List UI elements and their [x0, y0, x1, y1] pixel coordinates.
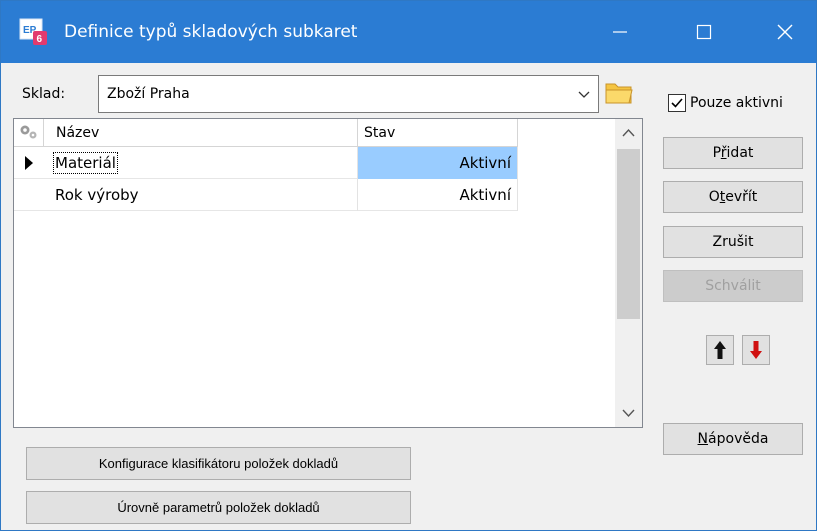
sklad-label: Sklad: [22, 86, 66, 102]
minimize-button[interactable] [589, 1, 651, 63]
classifier-config-button[interactable]: Konfigurace klasifikátoru položek doklad… [26, 447, 411, 480]
close-icon [777, 24, 793, 40]
cell-nazev[interactable]: Rok výroby [43, 179, 358, 211]
chevron-down-icon[interactable] [576, 86, 592, 102]
parameter-levels-button[interactable]: Úrovně parametrů položek dokladů [26, 491, 411, 524]
cell-stav[interactable]: Aktivní [358, 179, 518, 211]
chevron-down-icon [622, 409, 635, 418]
vertical-scrollbar[interactable] [615, 119, 642, 427]
folder-open-icon[interactable] [603, 78, 635, 108]
column-header-stav[interactable]: Stav [358, 119, 518, 147]
scroll-down-button[interactable] [615, 399, 642, 427]
help-button-mnemonic: N [697, 431, 709, 447]
sklad-value: Zboží Praha [107, 86, 190, 102]
filter-active-only[interactable]: Pouze aktivni [668, 93, 783, 113]
sklad-combobox[interactable]: Zboží Praha [98, 75, 599, 113]
delete-button[interactable]: Zrušit [663, 226, 803, 258]
row-indicator-cell [14, 179, 43, 211]
open-button-label-a: O [708, 189, 720, 205]
app-icon: EP 6 [19, 18, 47, 45]
add-button-label-a: P [712, 145, 721, 161]
checkmark-icon [671, 98, 683, 108]
close-button[interactable] [754, 1, 816, 63]
arrow-up-icon [714, 341, 726, 359]
add-button-label-b: idat [726, 145, 754, 161]
row-indicator-cell [14, 147, 43, 179]
move-down-button[interactable] [742, 335, 770, 365]
gears-icon[interactable] [18, 123, 40, 141]
cell-nazev-text: Materiál [53, 152, 118, 174]
current-row-arrow-icon [25, 156, 33, 170]
cell-nazev[interactable]: Materiál [43, 147, 358, 179]
table-row[interactable]: Rok výroby Aktivní [14, 179, 518, 211]
arrow-down-icon [750, 341, 762, 359]
active-only-checkbox[interactable] [668, 94, 686, 112]
open-button-label-b: evřít [725, 189, 758, 205]
column-header-nazev[interactable]: Název [43, 119, 358, 147]
svg-text:6: 6 [37, 34, 43, 45]
approve-button[interactable]: Schválit [663, 270, 803, 302]
window-title: Definice typů skladových subkaret [64, 22, 358, 42]
cell-stav[interactable]: Aktivní [358, 147, 518, 179]
grid-header: Název Stav [14, 119, 518, 147]
maximize-icon [696, 24, 712, 40]
table-row[interactable]: Materiál Aktivní [14, 147, 518, 179]
cell-nazev-text: Rok výroby [55, 186, 139, 204]
maximize-button[interactable] [673, 1, 735, 63]
add-button[interactable]: Přidat [663, 137, 803, 169]
help-button[interactable]: Nápověda [663, 423, 803, 455]
help-button-label-b: ápověda [708, 431, 769, 447]
title-bar: EP 6 Definice typů skladových subkaret [1, 1, 816, 63]
main-window: EP 6 Definice typů skladových subkaret S… [0, 0, 817, 531]
chevron-up-icon [622, 128, 635, 137]
minimize-icon [613, 31, 627, 33]
active-only-label: Pouze aktivni [690, 95, 783, 111]
scroll-thumb[interactable] [617, 149, 640, 319]
scroll-up-button[interactable] [615, 119, 642, 147]
open-button[interactable]: Otevřít [663, 181, 803, 213]
subcard-types-grid[interactable]: Název Stav Materiál Aktivní Rok výroby A… [13, 118, 643, 428]
move-up-button[interactable] [706, 335, 734, 365]
